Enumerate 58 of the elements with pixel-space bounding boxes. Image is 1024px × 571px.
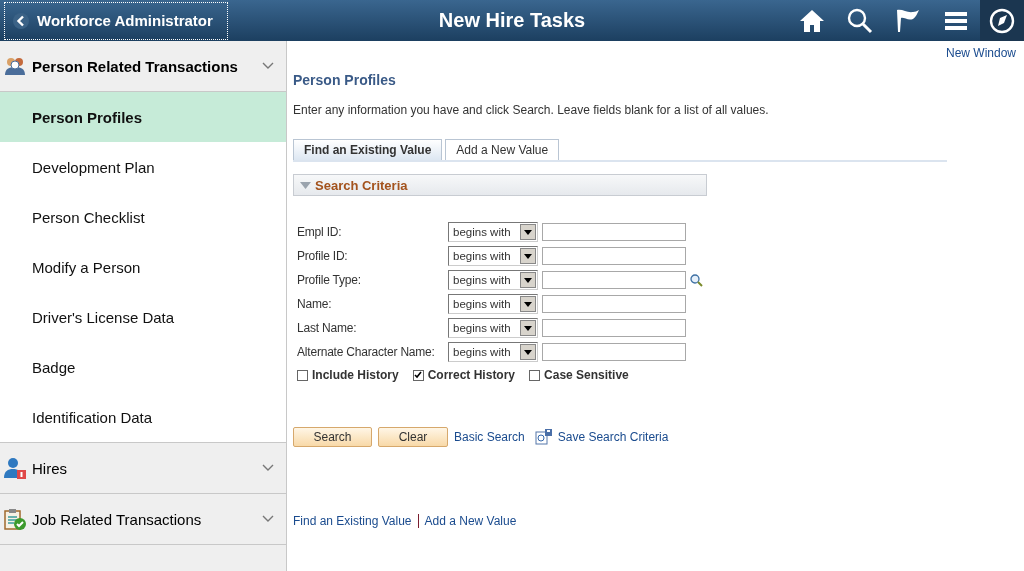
field-label: Empl ID: (297, 225, 343, 239)
accordion-header[interactable]: Hires (0, 443, 286, 494)
action-button[interactable]: Clear (378, 427, 448, 447)
clipboard-check-icon (4, 508, 26, 530)
nav-item[interactable]: Badge (0, 342, 286, 392)
collapse-triangle-icon (300, 181, 311, 189)
chevron-down-icon (262, 515, 274, 523)
people-icon (4, 56, 26, 76)
operator-dropdown[interactable]: begins with (448, 318, 538, 338)
action-button[interactable]: Search (293, 427, 372, 447)
tab[interactable]: Find an Existing Value (293, 139, 443, 160)
checkbox[interactable] (297, 369, 308, 381)
save-search-link[interactable]: Save Search Criteria (557, 430, 669, 444)
nav-item[interactable]: Development Plan (0, 142, 286, 192)
instruction-text: Enter any information you have and click Search. Leave fields blank for a list of all values. (293, 103, 769, 117)
field-label: Profile ID: (297, 249, 349, 263)
chevron-down-icon (262, 62, 274, 70)
nav-item[interactable]: Person Checklist (0, 192, 286, 242)
bottom-link[interactable]: Add a New Value (424, 514, 517, 528)
operator-dropdown[interactable]: begins with (448, 222, 538, 242)
field-label: Last Name: (297, 321, 358, 335)
input-field[interactable] (542, 271, 686, 289)
field-label: Name: (297, 297, 333, 311)
new-window-link[interactable]: New Window (945, 46, 1016, 60)
field-label: Profile Type: (297, 273, 362, 287)
operator-dropdown[interactable]: begins with (448, 270, 538, 290)
checkbox-label: Correct History (427, 368, 516, 382)
lookup-icon[interactable] (690, 273, 703, 287)
section-header[interactable]: Search Criteria (293, 174, 707, 196)
person-icon (4, 457, 26, 479)
section-title: Search Criteria (315, 177, 408, 193)
checkbox[interactable] (412, 369, 424, 381)
input-field[interactable] (542, 247, 686, 265)
input-field[interactable] (542, 343, 686, 361)
page-heading: Person Profiles (293, 72, 396, 88)
nav-item[interactable]: Person Profiles (0, 92, 286, 142)
operator-dropdown[interactable]: begins with (448, 294, 538, 314)
nav-item[interactable]: Identification Data (0, 392, 286, 442)
input-field[interactable] (542, 319, 686, 337)
field-label: Alternate Character Name: (297, 345, 436, 359)
back-button[interactable]: Workforce Administrator (4, 1, 228, 40)
checkbox-label: Case Sensitive (544, 368, 629, 382)
accordion-header[interactable]: Job Related Transactions (0, 494, 286, 545)
chevron-down-icon (262, 464, 274, 472)
operator-dropdown[interactable]: begins with (448, 342, 538, 362)
tab[interactable]: Add a New Value (445, 139, 560, 160)
bottom-link[interactable]: Find an Existing Value (293, 514, 412, 528)
operator-dropdown[interactable]: begins with (448, 246, 538, 266)
nav-item[interactable]: Driver's License Data (0, 292, 286, 342)
input-field[interactable] (542, 223, 686, 241)
checkbox-label: Include History (312, 368, 399, 382)
checkbox[interactable] (529, 369, 541, 381)
input-field[interactable] (542, 295, 686, 313)
save-search-icon[interactable] (534, 429, 552, 445)
compass-icon[interactable] (980, 0, 1024, 41)
basic-search-link[interactable]: Basic Search (454, 430, 525, 444)
page-title: New Hire Tasks (438, 9, 586, 31)
nav-item[interactable]: Modify a Person (0, 242, 286, 292)
